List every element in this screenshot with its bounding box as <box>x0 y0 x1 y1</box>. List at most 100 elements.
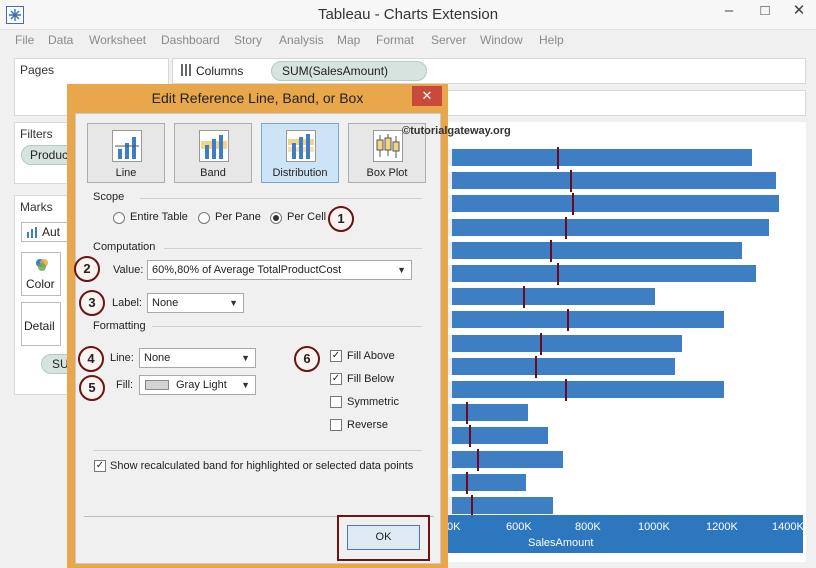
reference-mark <box>570 170 573 193</box>
menu-window[interactable]: Window <box>480 33 523 47</box>
bar[interactable] <box>452 473 527 491</box>
annotation-badge: 6 <box>294 346 320 372</box>
menu-analysis[interactable]: Analysis <box>279 33 324 47</box>
reference-mark <box>549 239 552 262</box>
reverse-checkbox[interactable] <box>330 419 342 431</box>
bar[interactable] <box>452 357 675 375</box>
tick-label: 600K <box>506 521 532 533</box>
symmetric-label: Symmetric <box>347 396 399 408</box>
type-distribution-label: Distribution <box>272 167 328 179</box>
tick-label: 1000K <box>638 521 670 533</box>
reference-mark <box>465 471 468 494</box>
annotation-badge: 5 <box>79 375 105 401</box>
fill-below-checkbox[interactable]: ✓ <box>330 373 342 385</box>
annotation-badge: 3 <box>79 290 105 316</box>
menu-dashboard[interactable]: Dashboard <box>161 33 220 47</box>
type-line-button[interactable]: Line <box>87 123 165 183</box>
bar[interactable] <box>452 381 724 398</box>
type-line-label: Line <box>115 167 137 179</box>
maximize-button[interactable]: □ <box>748 0 782 26</box>
bar[interactable] <box>452 218 770 236</box>
bar[interactable] <box>452 241 743 259</box>
menu-map[interactable]: Map <box>337 33 360 47</box>
marks-type-label: Aut <box>42 225 61 239</box>
bar[interactable] <box>452 427 549 445</box>
type-band-button[interactable]: Band <box>174 123 252 183</box>
recalc-label: Show recalculated band for highlighted o… <box>110 460 414 472</box>
scope-section-label: Scope <box>93 191 125 203</box>
recalc-checkbox[interactable]: ✓ <box>94 460 106 472</box>
scope-per-cell-radio[interactable] <box>270 212 282 224</box>
close-window-button[interactable]: ✕ <box>782 0 816 26</box>
fill-above-label: Fill Above <box>347 350 395 362</box>
bar[interactable] <box>452 497 554 514</box>
menu-help[interactable]: Help <box>539 33 564 47</box>
band-chart-icon <box>199 130 229 162</box>
dialog-close-button[interactable]: ✕ <box>412 86 442 106</box>
fill-select[interactable]: Gray Light ▼ <box>139 375 256 395</box>
annotation-badge: 2 <box>74 256 100 282</box>
type-box-plot-label: Box Plot <box>366 167 408 179</box>
minimize-button[interactable]: – <box>712 0 746 26</box>
bar[interactable] <box>452 195 780 213</box>
axis-title: SalesAmount <box>528 537 594 549</box>
type-distribution-button[interactable]: Distribution <box>261 123 339 183</box>
symmetric-checkbox[interactable] <box>330 396 342 408</box>
label-select[interactable]: None ▼ <box>147 293 244 313</box>
marks-title: Marks <box>20 200 53 214</box>
ok-button[interactable]: OK <box>347 525 420 550</box>
window-title: Tableau - Charts Extension <box>317 6 499 23</box>
fill-swatch <box>145 380 169 390</box>
distribution-chart-icon <box>286 130 316 162</box>
value-select[interactable]: 60%,80% of Average TotalProductCost ▼ <box>147 260 412 280</box>
reference-mark <box>571 193 574 216</box>
bar[interactable] <box>452 149 753 166</box>
pages-title: Pages <box>20 63 55 77</box>
reference-mark <box>539 332 542 355</box>
menu-format[interactable]: Format <box>376 33 414 47</box>
bar[interactable] <box>452 334 682 352</box>
menu-server[interactable]: Server <box>431 33 466 47</box>
columns-pill[interactable]: SUM(SalesAmount) <box>271 61 427 81</box>
bar[interactable] <box>452 172 776 190</box>
color-card[interactable]: Color <box>21 252 61 296</box>
bar[interactable] <box>452 311 724 329</box>
reference-mark <box>477 448 480 471</box>
chevron-down-icon: ▼ <box>397 265 406 275</box>
scope-per-pane-label: Per Pane <box>215 211 261 223</box>
reference-mark <box>522 286 525 309</box>
menu-file[interactable]: File <box>15 33 34 47</box>
fill-above-checkbox[interactable]: ✓ <box>330 350 342 362</box>
line-select-text: None <box>144 352 171 364</box>
tick-label: 0K <box>447 521 461 533</box>
filters-title: Filters <box>20 127 53 141</box>
value-select-text: 60%,80% of Average TotalProductCost <box>152 264 342 276</box>
reference-mark <box>556 263 559 285</box>
tick-label: 1200K <box>706 521 738 533</box>
reference-mark <box>465 402 468 425</box>
menu-story[interactable]: Story <box>234 33 262 47</box>
line-label: Line: <box>110 352 134 364</box>
bar[interactable] <box>452 450 564 468</box>
scope-entire-table-radio[interactable] <box>113 212 125 224</box>
watermark-text: ©tutorialgateway.org <box>402 125 511 137</box>
reference-mark <box>565 379 568 401</box>
reference-mark <box>556 147 559 169</box>
label-select-text: None <box>152 297 179 309</box>
annotation-badge: 1 <box>328 206 354 232</box>
reference-mark <box>565 216 568 239</box>
tick-label: 1400K <box>772 521 804 533</box>
bar[interactable] <box>452 404 528 422</box>
bar[interactable] <box>452 288 655 306</box>
line-chart-icon <box>112 130 142 162</box>
chevron-down-icon: ▼ <box>241 380 250 390</box>
scope-per-pane-radio[interactable] <box>198 212 210 224</box>
scope-per-cell-label: Per Cell <box>287 211 327 223</box>
detail-card[interactable]: Detail <box>21 302 61 346</box>
menu-worksheet[interactable]: Worksheet <box>89 33 146 47</box>
bar[interactable] <box>452 265 756 282</box>
menu-data[interactable]: Data <box>48 33 73 47</box>
chevron-down-icon: ▼ <box>229 298 238 308</box>
box-plot-icon <box>373 130 403 162</box>
line-select[interactable]: None ▼ <box>139 348 256 368</box>
